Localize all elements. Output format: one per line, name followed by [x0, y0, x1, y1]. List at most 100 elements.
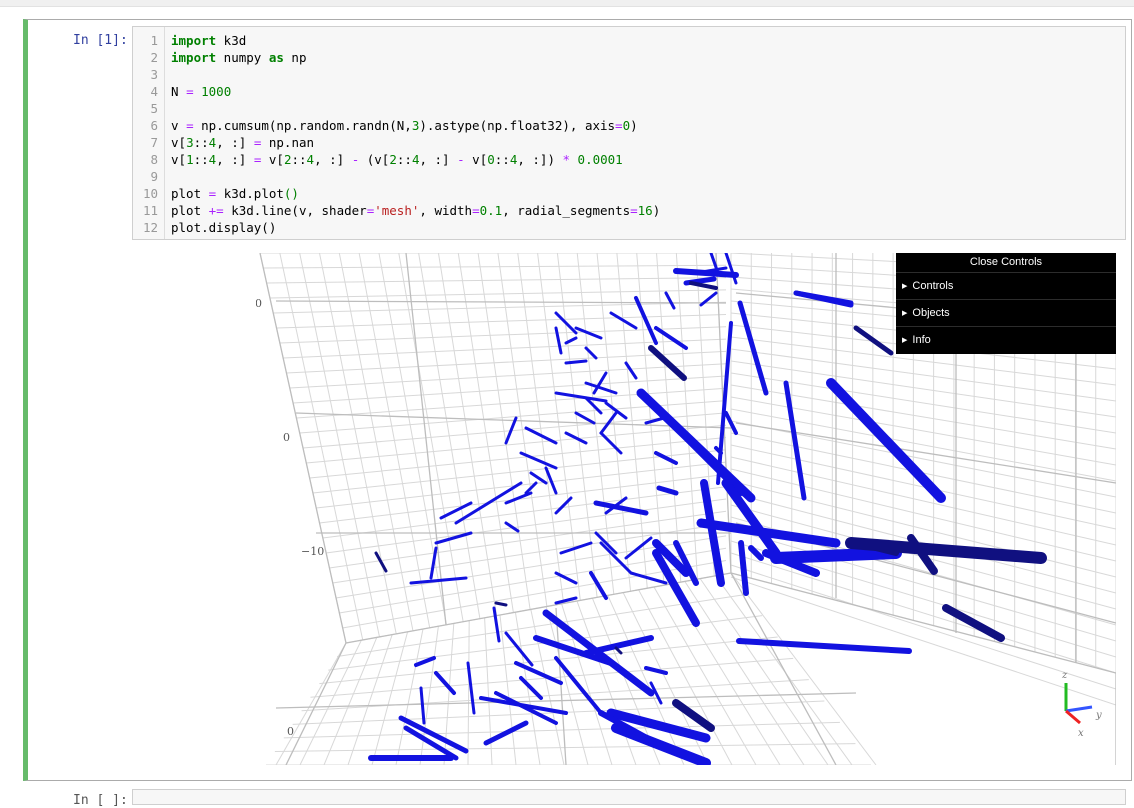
code-text: , width [419, 203, 473, 218]
line-segment [529, 471, 548, 485]
grid-line [299, 639, 362, 765]
line-segment [634, 296, 658, 345]
number: 4 [306, 152, 315, 167]
operator: = [472, 203, 480, 218]
grid-line [395, 628, 424, 765]
number: 0 [622, 118, 631, 133]
line-segment [419, 686, 426, 725]
code-text: :: [494, 152, 510, 167]
code-line-11: plot += k3d.line(v, shader = 'mesh', width… [171, 202, 660, 219]
caret-right-icon: ▶ [902, 310, 908, 317]
line-segment [589, 571, 608, 600]
notebook-top-bar [0, 0, 1134, 7]
code-text: v[ [171, 135, 187, 150]
line-segment [648, 345, 687, 381]
operator: - [457, 152, 465, 167]
line-segment [494, 601, 508, 607]
code-text: , radial_segments [502, 203, 631, 218]
z-tick-label: 10 [256, 297, 262, 310]
z-tick-label: 0 [283, 431, 290, 444]
code-editor[interactable]: 1 2 3 4 5 6 7 8 9 10 11 12 import k3d im… [132, 26, 1126, 240]
line-segment [519, 676, 543, 700]
grid-line [699, 578, 829, 765]
line-number: 5 [150, 101, 158, 116]
code-line-6: v = np.cumsum(np.random.randn(N,3).astyp… [171, 117, 638, 134]
code-text: v [171, 118, 187, 133]
code-text: v[ [464, 152, 488, 167]
next-code-cell[interactable] [132, 789, 1126, 805]
line-segment [483, 720, 529, 746]
line-segment [564, 359, 588, 365]
code-text: np [283, 50, 307, 65]
code-text: k3d.line(v, shader [223, 203, 367, 218]
code-text: ).astype(np.float32), axis [419, 118, 616, 133]
info-folder[interactable]: ▶ Info [896, 327, 1116, 353]
info-folder-label: Info [912, 334, 931, 346]
code-text: k3d [216, 33, 247, 48]
grid-line [319, 473, 727, 524]
close-controls-button[interactable]: Close Controls [896, 253, 1116, 273]
code-text: ) [652, 203, 661, 218]
line-segment [654, 451, 678, 465]
line-number: 7 [150, 135, 158, 150]
code-line-2: import numpy as np [171, 49, 306, 66]
line-segment [783, 380, 807, 501]
controls-folder-label: Controls [912, 280, 954, 292]
x-tick-label: 0 [287, 725, 294, 738]
grid-line [371, 631, 409, 765]
grid-line [329, 510, 727, 569]
line-number: 4 [150, 84, 158, 99]
objects-folder[interactable]: ▶ Objects [896, 300, 1116, 327]
code-line-8: v[1::4, :] = v[2::4, :] - (v[2::4, :] - … [171, 151, 623, 168]
line-segment [574, 326, 603, 340]
line-segment [504, 631, 534, 667]
line-segment [689, 281, 718, 290]
keyword: import [171, 50, 217, 65]
line-number: 12 [142, 220, 158, 235]
code-line-12: plot.display() [171, 219, 276, 236]
keyword: as [268, 50, 284, 65]
caret-right-icon: ▶ [902, 283, 908, 290]
line-segment [374, 551, 388, 573]
grid-line [730, 572, 877, 765]
code-text: k3d.plot [216, 186, 284, 201]
code-text: v[ [261, 152, 284, 167]
grid-line [283, 721, 840, 739]
controls-panel: Close Controls ▶ Controls ▶ Objects ▶ Info [896, 253, 1116, 354]
code-text: ) [630, 118, 638, 133]
controls-folder[interactable]: ▶ Controls [896, 273, 1116, 300]
line-segment [593, 500, 649, 516]
line-number: 3 [150, 67, 158, 82]
keyword: import [171, 33, 217, 48]
number: 3 [186, 135, 194, 150]
gizmo-y-axis [1065, 705, 1093, 713]
number: 1 [186, 152, 194, 167]
line-segment [434, 531, 473, 545]
code-text: :: [193, 135, 209, 150]
line-segment [604, 401, 628, 420]
operator: += [208, 203, 224, 218]
grid-line [292, 375, 727, 404]
code-text: np.cumsum(np.random.randn(N, [193, 118, 412, 133]
code-text: , :]) [517, 152, 563, 167]
operator: = [186, 84, 194, 99]
line-number: 6 [150, 118, 158, 133]
grid-line [730, 444, 1116, 530]
number: 0 [487, 152, 495, 167]
grid-line [269, 289, 727, 299]
axes-gizmo: z y x [1061, 670, 1102, 739]
parentheses: () [283, 186, 299, 201]
code-line-1: import k3d [171, 32, 246, 49]
code-text: :: [396, 152, 412, 167]
code-line-4: N = 1000 [171, 83, 231, 100]
line-segment [853, 325, 894, 356]
grid-line [325, 498, 727, 554]
number: 1000 [193, 84, 232, 99]
code-text: plot [171, 186, 209, 201]
line-segment [574, 411, 596, 425]
cell-prompt: In [1]: [73, 33, 128, 48]
code-text: :: [291, 152, 307, 167]
code-line-7: v[3::4, :] = np.nan [171, 134, 314, 151]
code-text: plot [171, 203, 209, 218]
grid-line [289, 363, 727, 389]
